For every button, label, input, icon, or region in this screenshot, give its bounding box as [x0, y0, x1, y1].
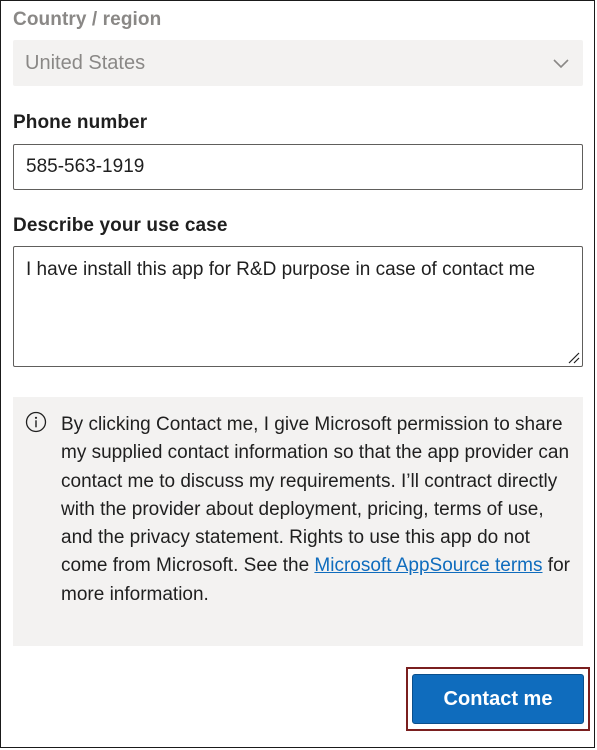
- contact-form-panel: Country / region United States Phone num…: [0, 0, 595, 748]
- contact-me-button[interactable]: Contact me: [412, 674, 584, 724]
- phone-label: Phone number: [13, 112, 148, 133]
- country-select[interactable]: United States: [13, 40, 583, 86]
- resize-grip-icon[interactable]: [567, 351, 580, 364]
- use-case-label: Describe your use case: [13, 215, 228, 236]
- use-case-textarea[interactable]: I have install this app for R&D purpose …: [13, 246, 583, 367]
- chevron-down-icon: [553, 59, 569, 69]
- notice-text-before: By clicking Contact me, I give Microsoft…: [61, 414, 570, 577]
- appsource-terms-link[interactable]: Microsoft AppSource terms: [314, 555, 542, 576]
- consent-notice-text: By clicking Contact me, I give Microsoft…: [61, 411, 573, 609]
- country-label: Country / region: [13, 9, 162, 30]
- consent-notice: By clicking Contact me, I give Microsoft…: [13, 397, 583, 646]
- phone-input[interactable]: [13, 144, 583, 190]
- country-select-value: United States: [25, 51, 146, 74]
- info-icon: [25, 411, 47, 433]
